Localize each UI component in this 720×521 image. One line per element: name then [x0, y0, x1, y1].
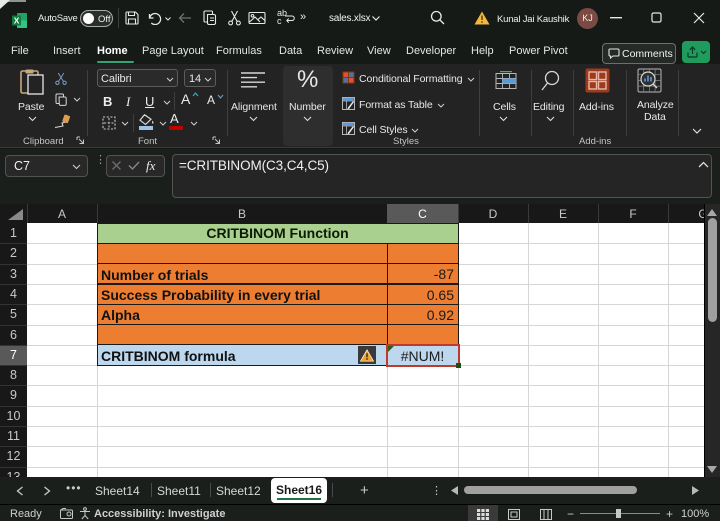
svg-text:X: X [14, 16, 20, 26]
